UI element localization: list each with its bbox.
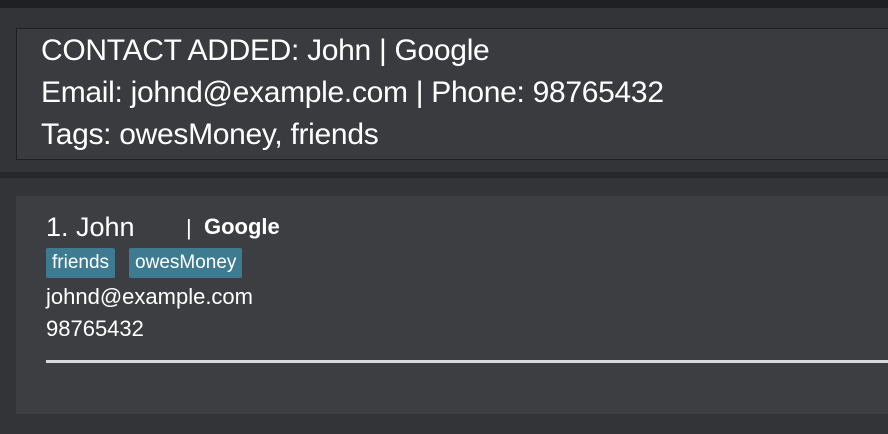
person-phone: 98765432 (46, 316, 144, 341)
person-company: Google (204, 214, 280, 239)
result-message-line-1: CONTACT ADDED: John | Google (41, 34, 490, 67)
result-message-line-3: Tags: owesMoney, friends (41, 118, 379, 151)
result-display-pane: CONTACT ADDED: John | Google Email: john… (0, 8, 888, 172)
name-company-separator: | (186, 215, 192, 240)
person-list[interactable]: 1. John | Google friends owesMoney johnd… (16, 196, 888, 414)
card-divider (46, 360, 888, 363)
person-list-pane: 1. John | Google friends owesMoney johnd… (0, 178, 888, 434)
result-message-line-2: Email: johnd@example.com | Phone: 987654… (41, 76, 664, 109)
tag-owes-money: owesMoney (129, 248, 243, 278)
window-top-bar (0, 0, 888, 8)
result-display[interactable]: CONTACT ADDED: John | Google Email: john… (16, 28, 888, 160)
tag-friends: friends (46, 248, 116, 278)
person-email: johnd@example.com (46, 284, 253, 309)
person-index-name: 1. John (46, 212, 135, 242)
person-tags: friends owesMoney (46, 248, 243, 278)
